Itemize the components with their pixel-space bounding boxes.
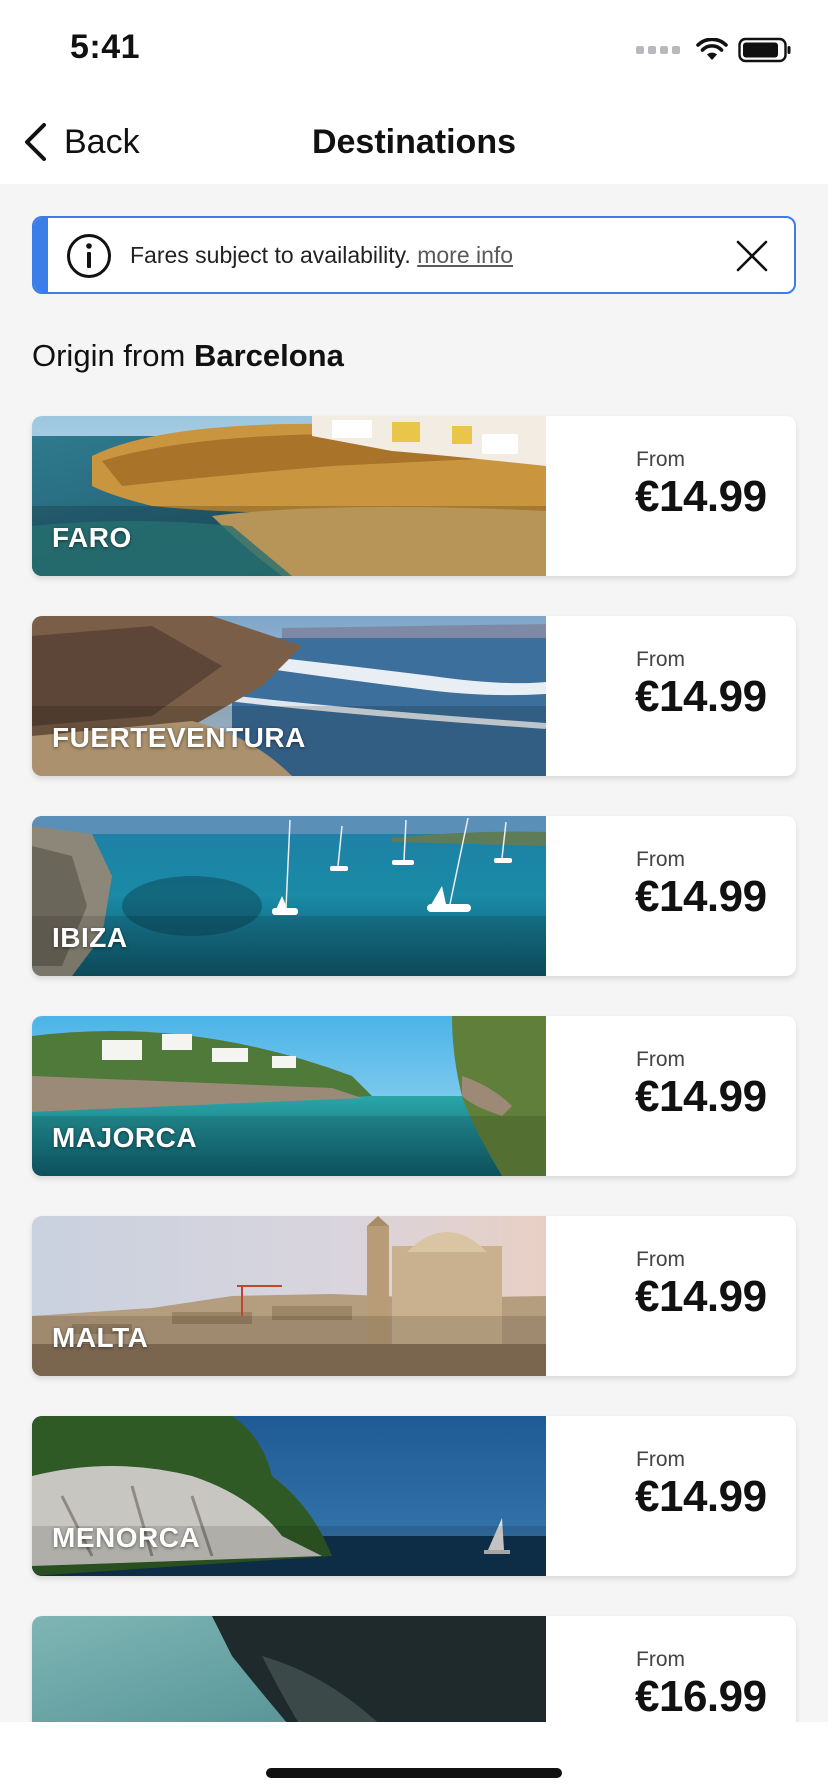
fares-info-banner: Fares subject to availability. more info — [32, 216, 796, 294]
destinations-screen: 5:41 Back Destinations Fares subject to … — [0, 0, 828, 1792]
price-value: €16.99 — [635, 1672, 767, 1721]
price-from-label: From — [636, 1648, 685, 1671]
destination-name: IBIZA — [52, 922, 128, 953]
destination-card-menorca[interactable]: MENORCA From €14.99 — [32, 1416, 796, 1576]
origin-city: Barcelona — [193, 338, 344, 373]
price-from-label: From — [636, 1048, 685, 1071]
destination-card-ibiza[interactable]: IBIZA From €14.99 — [32, 816, 796, 976]
close-icon[interactable] — [736, 240, 768, 272]
info-icon — [67, 234, 111, 278]
origin-prefix: Origin from — [32, 338, 186, 373]
price-box: From €14.99 — [546, 816, 796, 976]
price-box: From €14.99 — [546, 616, 796, 776]
page-title: Destinations — [311, 123, 517, 161]
destination-card-malta[interactable]: MALTA From €14.99 — [32, 1216, 796, 1376]
price-value: €14.99 — [635, 1472, 767, 1521]
price-value: €14.99 — [635, 872, 767, 921]
price-from-label: From — [636, 648, 685, 671]
price-box: From €14.99 — [546, 416, 796, 576]
banner-accent — [34, 218, 48, 292]
origin-label: Origin from Barcelona — [32, 338, 344, 374]
price-from-label: From — [636, 848, 685, 871]
destination-card-fuerteventura[interactable]: FUERTEVENTURA From €14.99 — [32, 616, 796, 776]
price-box: From €14.99 — [546, 1016, 796, 1176]
more-info-link[interactable]: more info — [417, 242, 513, 268]
destination-name: FUERTEVENTURA — [52, 722, 306, 753]
navigation-bar: Back Destinations — [0, 100, 828, 184]
price-from-label: From — [636, 1448, 685, 1471]
status-icons — [636, 36, 792, 64]
price-from-label: From — [636, 448, 685, 471]
price-box: From €14.99 — [546, 1416, 796, 1576]
status-bar: 5:41 — [0, 0, 828, 100]
wifi-icon — [696, 38, 728, 60]
price-value: €14.99 — [635, 472, 767, 521]
price-value: €14.99 — [635, 1072, 767, 1121]
destination-card-majorca[interactable]: MAJORCA From €14.99 — [32, 1016, 796, 1176]
status-time: 5:41 — [70, 28, 141, 66]
banner-text: Fares subject to availability. more info — [130, 218, 513, 292]
price-value: €14.99 — [635, 1272, 767, 1321]
price-box: From €14.99 — [546, 1216, 796, 1376]
cellular-signal-icon — [636, 46, 680, 54]
destination-name: MENORCA — [52, 1522, 201, 1553]
destination-card-faro[interactable]: FARO From €14.99 — [32, 416, 796, 576]
battery-icon — [738, 37, 791, 63]
destination-name: MAJORCA — [52, 1122, 198, 1153]
banner-message: Fares subject to availability. — [130, 242, 411, 268]
price-value: €14.99 — [635, 672, 767, 721]
price-from-label: From — [636, 1248, 685, 1271]
destination-name: FARO — [52, 522, 132, 553]
home-indicator[interactable] — [266, 1768, 562, 1778]
bottom-safe-area — [0, 1722, 828, 1792]
destination-name: MALTA — [52, 1322, 149, 1353]
